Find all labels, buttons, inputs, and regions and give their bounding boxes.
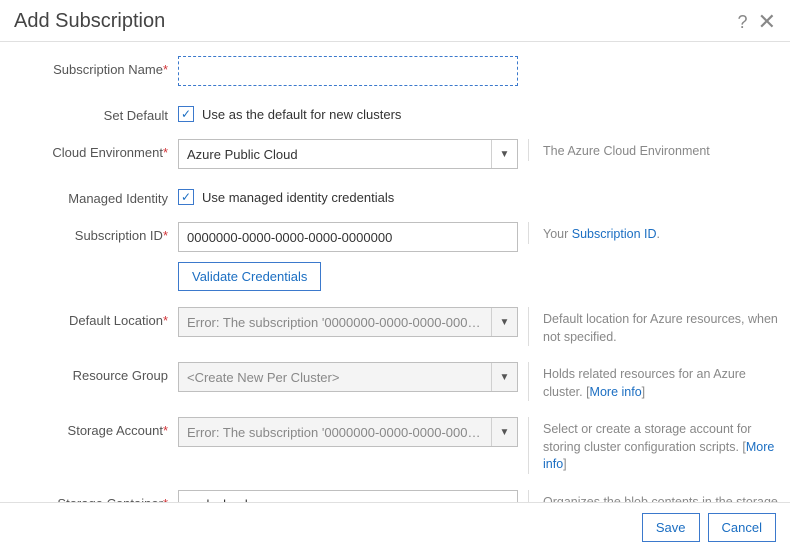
- managed-identity-checkbox-row: ✓ Use managed identity credentials: [178, 185, 394, 205]
- chevron-down-icon: ▼: [491, 140, 517, 168]
- managed-identity-text: Use managed identity credentials: [202, 190, 394, 205]
- required-mark: *: [163, 228, 168, 243]
- desc-resource-group: Holds related resources for an Azure clu…: [528, 362, 780, 401]
- required-mark: *: [163, 145, 168, 160]
- form-area: Subscription Name* Set Default ✓ Use as …: [0, 42, 790, 502]
- field-resource-group: <Create New Per Cluster> ▼: [178, 362, 518, 392]
- required-mark: *: [163, 423, 168, 438]
- desc-empty: [528, 185, 780, 205]
- row-subscription-name: Subscription Name*: [10, 56, 780, 86]
- field-subscription-name: [178, 56, 518, 86]
- row-cloud-environment: Cloud Environment* Azure Public Cloud ▼ …: [10, 139, 780, 169]
- managed-identity-checkbox[interactable]: ✓: [178, 189, 194, 205]
- more-info-link[interactable]: More info: [590, 385, 642, 399]
- row-managed-identity: Managed Identity ✓ Use managed identity …: [10, 185, 780, 206]
- row-storage-container: Storage Container* Organizes the blob co…: [10, 490, 780, 503]
- row-storage-account: Storage Account* Error: The subscription…: [10, 417, 780, 474]
- label-text: Subscription ID: [75, 228, 163, 243]
- subscription-id-link[interactable]: Subscription ID: [572, 227, 657, 241]
- header-actions: ? ✕: [738, 11, 776, 33]
- brkt: ]: [642, 385, 645, 399]
- desc-text: Your: [543, 227, 572, 241]
- field-storage-account: Error: The subscription '0000000-0000-00…: [178, 417, 518, 447]
- dialog-title: Add Subscription: [14, 10, 165, 33]
- field-set-default: ✓ Use as the default for new clusters: [178, 102, 518, 122]
- field-cloud-environment: Azure Public Cloud ▼: [178, 139, 518, 169]
- dialog-header: Add Subscription ? ✕: [0, 0, 790, 42]
- resource-group-value: <Create New Per Cluster>: [179, 370, 491, 385]
- label-text: Cloud Environment: [52, 145, 163, 160]
- storage-account-value: Error: The subscription '0000000-0000-00…: [179, 425, 491, 440]
- required-mark: *: [163, 62, 168, 77]
- chevron-down-icon: ▼: [491, 308, 517, 336]
- label-text: Subscription Name: [53, 62, 163, 77]
- row-subscription-id: Subscription ID* Your Subscription ID.: [10, 222, 780, 252]
- row-resource-group: Resource Group <Create New Per Cluster> …: [10, 362, 780, 401]
- label-subscription-id: Subscription ID*: [10, 222, 178, 243]
- validate-credentials-button[interactable]: Validate Credentials: [178, 262, 321, 291]
- label-subscription-name: Subscription Name*: [10, 56, 178, 77]
- desc-storage-container: Organizes the blob contents in the stora…: [528, 490, 780, 503]
- add-subscription-dialog: Add Subscription ? ✕ Subscription Name* …: [0, 0, 790, 552]
- label-set-default: Set Default: [10, 102, 178, 123]
- cloud-environment-select[interactable]: Azure Public Cloud ▼: [178, 139, 518, 169]
- desc-default-location: Default location for Azure resources, wh…: [528, 307, 780, 346]
- help-icon[interactable]: ?: [738, 13, 748, 31]
- desc-cloud-environment: The Azure Cloud Environment: [528, 139, 780, 161]
- label-empty: [10, 262, 178, 268]
- field-storage-container: [178, 490, 518, 503]
- field-default-location: Error: The subscription '0000000-0000-00…: [178, 307, 518, 337]
- storage-container-input[interactable]: [178, 490, 518, 503]
- desc-text: Select or create a storage account for s…: [543, 422, 751, 454]
- default-location-select[interactable]: Error: The subscription '0000000-0000-00…: [178, 307, 518, 337]
- brkt: ]: [563, 457, 566, 471]
- field-subscription-id: [178, 222, 518, 252]
- desc-empty: [528, 262, 780, 282]
- desc-empty: [528, 56, 780, 76]
- set-default-text: Use as the default for new clusters: [202, 107, 401, 122]
- dialog-footer: Save Cancel: [0, 502, 790, 552]
- label-managed-identity: Managed Identity: [10, 185, 178, 206]
- label-text: Storage Account: [68, 423, 163, 438]
- label-storage-account: Storage Account*: [10, 417, 178, 438]
- row-set-default: Set Default ✓ Use as the default for new…: [10, 102, 780, 123]
- set-default-checkbox-row: ✓ Use as the default for new clusters: [178, 102, 401, 122]
- label-storage-container: Storage Container*: [10, 490, 178, 503]
- desc-subscription-id: Your Subscription ID.: [528, 222, 780, 244]
- label-cloud-environment: Cloud Environment*: [10, 139, 178, 160]
- subscription-id-input[interactable]: [178, 222, 518, 252]
- set-default-checkbox[interactable]: ✓: [178, 106, 194, 122]
- required-mark: *: [163, 313, 168, 328]
- close-icon[interactable]: ✕: [758, 11, 776, 33]
- subscription-name-input[interactable]: [178, 56, 518, 86]
- desc-storage-account: Select or create a storage account for s…: [528, 417, 780, 474]
- row-default-location: Default Location* Error: The subscriptio…: [10, 307, 780, 346]
- field-managed-identity: ✓ Use managed identity credentials: [178, 185, 518, 205]
- desc-empty: [528, 102, 780, 122]
- row-validate: Validate Credentials: [10, 262, 780, 291]
- cancel-button[interactable]: Cancel: [708, 513, 776, 542]
- chevron-down-icon: ▼: [491, 363, 517, 391]
- storage-account-select[interactable]: Error: The subscription '0000000-0000-00…: [178, 417, 518, 447]
- label-default-location: Default Location*: [10, 307, 178, 328]
- label-text: Default Location: [69, 313, 163, 328]
- resource-group-select[interactable]: <Create New Per Cluster> ▼: [178, 362, 518, 392]
- cloud-environment-value: Azure Public Cloud: [179, 147, 491, 162]
- default-location-value: Error: The subscription '0000000-0000-00…: [179, 315, 491, 330]
- label-resource-group: Resource Group: [10, 362, 178, 383]
- field-validate: Validate Credentials: [178, 262, 518, 291]
- chevron-down-icon: ▼: [491, 418, 517, 446]
- save-button[interactable]: Save: [642, 513, 700, 542]
